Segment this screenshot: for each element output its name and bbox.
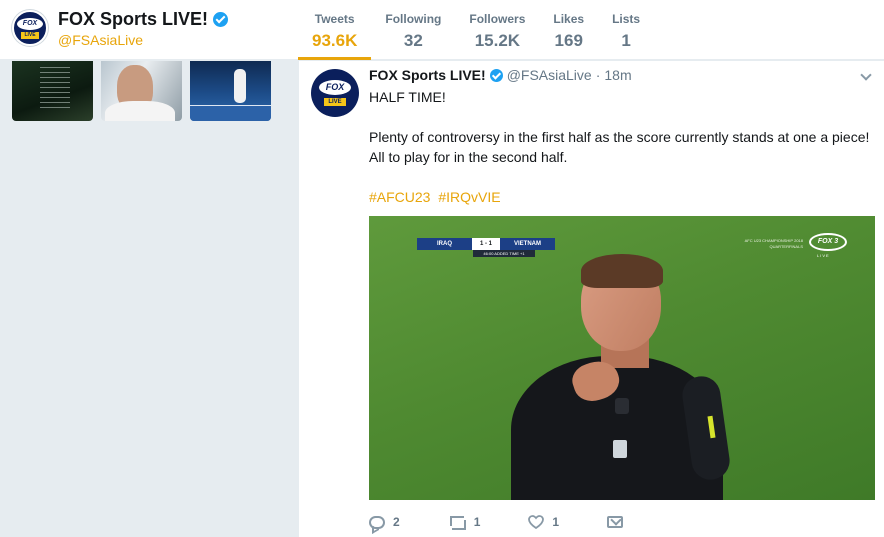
like-count: 1 [552, 515, 560, 529]
reply-button[interactable]: 2 [369, 515, 400, 529]
chevron-down-icon[interactable] [860, 69, 872, 81]
verified-badge-icon [489, 68, 503, 82]
scoreboard-lines [40, 67, 70, 111]
tweet-card[interactable]: FOX LIVE FOX Sports LIVE! @FSAsiaLive · … [298, 61, 884, 537]
profile-stats-nav: Tweets 93.6K Following 32 Followers 15.2… [298, 0, 654, 60]
tweet-avatar[interactable]: FOX LIVE [311, 69, 359, 117]
avatar-live-badge: LIVE [324, 98, 346, 106]
retweet-count: 1 [473, 515, 481, 529]
envelope-icon [607, 516, 624, 528]
reply-count: 2 [393, 515, 400, 529]
stat-value: 169 [554, 31, 583, 50]
profile-name-text: FOX Sports LIVE! [58, 9, 209, 29]
referee-hair [581, 254, 663, 288]
stat-value: 1 [621, 31, 631, 50]
separator-dot: · [595, 67, 601, 83]
tweet-author-name[interactable]: FOX Sports LIVE! [369, 67, 486, 83]
broadcast-caption: AFC U23 CHAMPIONSHIP 2018 QUARTERFINALS [744, 238, 803, 249]
tennis-player [234, 69, 246, 103]
away-team: VIETNAM [500, 238, 555, 250]
stat-value: 93.6K [312, 31, 358, 50]
stat-followers[interactable]: Followers 15.2K [455, 0, 539, 60]
channel-logo: FOX 3 [809, 233, 847, 251]
match-clock: 46:00 ADDED TIME +1 [473, 250, 535, 257]
stat-likes[interactable]: Likes 169 [539, 0, 598, 60]
broadcast-score-bug: IRAQ 1 - 1 VIETNAM [417, 238, 555, 250]
player-shirt [105, 101, 175, 121]
stat-following[interactable]: Following 32 [371, 0, 455, 60]
tweet-hashtags: #AFCU23 #IRQvVIE [369, 187, 879, 207]
like-button[interactable]: 1 [528, 515, 559, 529]
referee-watch [615, 398, 629, 414]
tweet-text-line: HALF TIME! [369, 89, 446, 105]
stat-label: Following [385, 12, 442, 26]
stat-value: 32 [403, 31, 423, 50]
tweet-timestamp[interactable]: 18m [604, 67, 631, 83]
tweet-text-line: Plenty of controversy in the first half … [369, 129, 870, 165]
tennis-court [190, 105, 271, 121]
match-score: 1 - 1 [472, 238, 500, 250]
stat-label: Lists [612, 12, 641, 26]
channel-live-label: LIVE [817, 253, 830, 258]
avatar-live-badge: LIVE [21, 31, 39, 39]
stat-lists[interactable]: Lists 1 [598, 0, 654, 60]
avatar-logo: FOX [319, 80, 351, 95]
stat-label: Followers [469, 12, 526, 26]
photos-videos-strip [12, 61, 271, 121]
tweet-text: HALF TIME! Plenty of controversy in the … [369, 87, 879, 207]
retweet-icon [448, 516, 466, 530]
heart-icon [528, 515, 545, 529]
tweet-media-image[interactable]: IRAQ 1 - 1 VIETNAM 46:00 ADDED TIME +1 A… [369, 216, 875, 500]
stat-label: Likes [553, 12, 585, 26]
verified-badge-icon [213, 12, 229, 27]
hashtag-link[interactable]: #IRQvVIE [438, 189, 500, 205]
stat-value: 15.2K [474, 31, 521, 50]
reply-icon [369, 515, 385, 529]
profile-name[interactable]: FOX Sports LIVE! [58, 9, 229, 30]
media-thumbnail[interactable] [190, 61, 271, 121]
retweet-button[interactable]: 1 [448, 515, 481, 530]
stat-label: Tweets [314, 12, 355, 26]
stat-tweets[interactable]: Tweets 93.6K [298, 0, 372, 60]
tweet-actions: 2 1 1 [369, 513, 669, 531]
direct-message-button[interactable] [607, 516, 624, 528]
media-thumbnail[interactable] [101, 61, 182, 121]
referee-badge [613, 440, 627, 458]
profile-handle[interactable]: @FSAsiaLive [58, 32, 143, 48]
profile-header-bar: FOX LIVE FOX Sports LIVE! @FSAsiaLive Tw… [0, 0, 884, 60]
hashtag-link[interactable]: #AFCU23 [369, 189, 430, 205]
home-team: IRAQ [417, 238, 472, 250]
media-thumbnail[interactable] [12, 61, 93, 121]
profile-avatar[interactable]: FOX LIVE [12, 10, 48, 46]
avatar-logo: FOX [17, 17, 43, 30]
tweet-header: FOX Sports LIVE! @FSAsiaLive · 18m [369, 67, 632, 83]
tweet-author-handle[interactable]: @FSAsiaLive [507, 67, 592, 83]
